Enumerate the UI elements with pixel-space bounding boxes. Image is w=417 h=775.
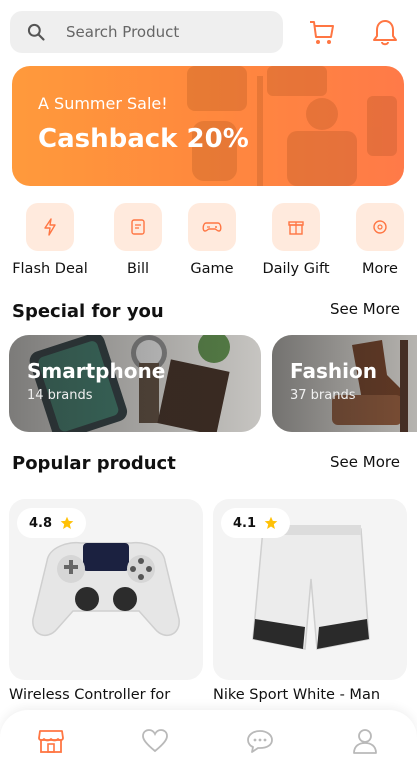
banner-subtitle: A Summer Sale!	[38, 94, 168, 113]
category-more[interactable]: More	[340, 203, 417, 277]
bill-icon	[131, 219, 145, 235]
special-card-title: Fashion	[290, 359, 377, 383]
special-card-subtitle: 37 brands	[290, 388, 356, 403]
shop-icon	[38, 730, 64, 753]
banner-title: Cashback 20%	[38, 124, 249, 154]
rating-value: 4.8	[29, 515, 53, 531]
cart-icon	[310, 21, 334, 44]
nav-favorites[interactable]	[141, 727, 169, 755]
category-label: More	[362, 261, 398, 277]
more-icon	[373, 220, 387, 234]
popular-see-more-link[interactable]: See More	[330, 453, 400, 471]
category-bill[interactable]: Bill	[98, 203, 178, 277]
popular-section-title: Popular product	[12, 453, 176, 474]
flash-icon	[44, 218, 56, 236]
chat-icon	[247, 730, 273, 753]
product-name[interactable]: Nike Sport White - Man	[213, 687, 380, 703]
special-card-subtitle: 14 brands	[27, 388, 93, 403]
user-icon	[353, 729, 377, 754]
rating-badge: 4.1	[221, 508, 291, 538]
product-card[interactable]: 4.8	[9, 499, 203, 680]
game-icon	[202, 222, 222, 232]
special-see-more-link[interactable]: See More	[330, 300, 400, 318]
category-flash-deal[interactable]: Flash Deal	[10, 203, 90, 277]
special-card-smartphone[interactable]: Smartphone 14 brands	[9, 335, 261, 432]
special-card-fashion[interactable]: Fashion 37 brands	[272, 335, 417, 432]
product-card[interactable]: 4.1	[213, 499, 407, 680]
category-game[interactable]: Game	[172, 203, 252, 277]
rating-badge: 4.8	[17, 508, 87, 538]
special-card-title: Smartphone	[27, 359, 166, 383]
heart-icon	[142, 729, 168, 753]
nav-shop[interactable]	[37, 727, 65, 755]
special-section-title: Special for you	[12, 301, 164, 322]
bottom-navigation	[0, 710, 417, 775]
rating-value: 4.1	[233, 515, 257, 531]
star-icon	[264, 516, 278, 529]
search-bar[interactable]	[10, 11, 283, 53]
gift-icon	[288, 221, 304, 235]
promo-banner[interactable]: A Summer Sale! Cashback 20%	[12, 66, 404, 186]
category-label: Game	[190, 261, 234, 277]
nav-chat[interactable]	[246, 727, 274, 755]
bell-icon	[373, 20, 397, 46]
search-icon	[27, 23, 45, 41]
category-label: Flash Deal	[12, 261, 88, 277]
category-label: Bill	[126, 261, 150, 277]
search-input[interactable]	[64, 22, 268, 42]
category-daily-gift[interactable]: Daily Gift	[256, 203, 336, 277]
category-label: Daily Gift	[262, 261, 330, 277]
cart-button[interactable]	[306, 16, 338, 48]
nav-profile[interactable]	[351, 727, 379, 755]
star-icon	[60, 516, 74, 529]
notification-button[interactable]	[369, 16, 401, 48]
product-name[interactable]: Wireless Controller for	[9, 687, 170, 703]
